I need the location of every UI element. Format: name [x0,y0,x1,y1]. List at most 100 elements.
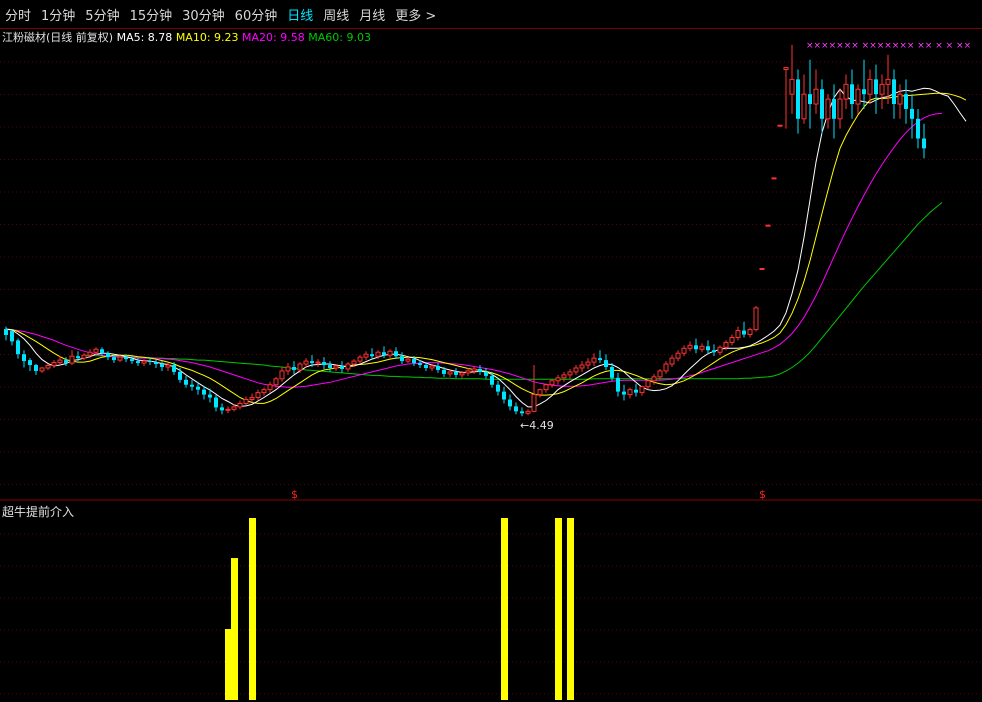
candle-body [214,397,218,408]
candle-body [520,411,524,414]
candle-body [639,386,645,394]
candle-body [471,368,477,372]
candle-body [747,329,753,335]
candle-body [465,370,471,374]
candle-body [645,380,651,388]
candle-body [130,359,134,362]
candle-body [81,354,87,359]
candle-body [634,389,638,393]
candle-body [808,94,812,105]
candle-body [261,389,267,394]
candle-body [370,354,374,357]
signal-bar [501,518,508,700]
candle-body [825,98,831,120]
candlestick-chart[interactable]: ←4.49 $ $ ××××××× ××××××× ×× × × ×× [0,0,982,702]
candle-body [340,366,344,369]
candle-body [16,340,20,355]
candle-body [447,371,453,375]
candle-body [382,352,386,356]
candle-body [405,358,411,362]
candle-body [328,365,332,368]
candle-body [285,366,291,372]
candle-body [28,360,32,366]
candle-body [555,377,561,382]
candle-body [154,362,158,365]
candle-body [837,98,843,120]
candle-body [777,124,783,127]
candle-body [442,369,446,374]
signal-bar [231,558,238,700]
candle-body [165,364,171,368]
signal-marks: ××××××× ××××××× ×× × × ×× [806,41,971,51]
candle-body [502,391,506,400]
candle-body [874,79,878,95]
candle-body [237,402,243,408]
candle-body [267,384,273,391]
candle-body [610,367,614,378]
candle-body [627,389,633,396]
candle-body [418,363,422,366]
candle-body [622,391,626,395]
candle-body [196,386,200,390]
candle-body [202,389,206,395]
candle-body [297,363,303,371]
candle-body [141,360,147,364]
candle-body [45,365,51,369]
candle-body [742,330,746,335]
candle-body [549,380,555,386]
candle-body [771,177,777,180]
candle-body [351,360,357,365]
candle-body [100,349,104,354]
candle-body [231,406,237,410]
candle-body [76,356,80,359]
candle-body [729,336,735,343]
candle-body [651,376,657,382]
candle-body [579,364,585,369]
candle-body [735,330,741,338]
candle-body [208,394,212,398]
dollar-marker: $ [291,488,298,501]
candle-body [897,93,903,105]
candle-body [922,138,926,149]
candle-body [525,410,531,414]
candle-body [585,361,591,366]
candle-body [4,329,8,335]
candle-body [333,365,339,369]
candle-body [10,331,14,342]
candle-body [561,374,567,379]
candle-body [459,372,465,376]
candle-body [490,375,494,385]
candle-body [190,384,194,387]
candle-body [412,359,416,364]
candle-body [598,358,602,361]
candle-body [514,406,518,412]
candle-body [39,367,45,372]
candle-body [904,94,908,109]
ma10-line [5,92,967,404]
candle-body [69,355,75,364]
candle-body [604,360,608,368]
candle-body [867,78,873,95]
indicator-title: 超牛提前介入 [2,505,75,519]
candle-body [375,351,381,357]
candle-body [843,83,849,100]
candle-body [57,359,63,364]
signal-bar [249,518,256,700]
candle-body [184,379,188,385]
candle-body [916,118,920,139]
candle-body [765,224,771,227]
candle-body [424,365,428,368]
candle-body [106,353,110,358]
candle-body [496,384,500,392]
candle-body [160,364,164,368]
candle-body [178,371,182,380]
ma60-line [84,202,943,380]
candle-body [573,367,579,373]
candle-body [429,365,435,369]
candle-body [663,363,669,372]
candle-body [322,362,326,366]
candle-body [436,366,440,370]
candle-body [249,397,255,401]
candle-body [478,368,482,372]
candle-body [706,346,710,351]
